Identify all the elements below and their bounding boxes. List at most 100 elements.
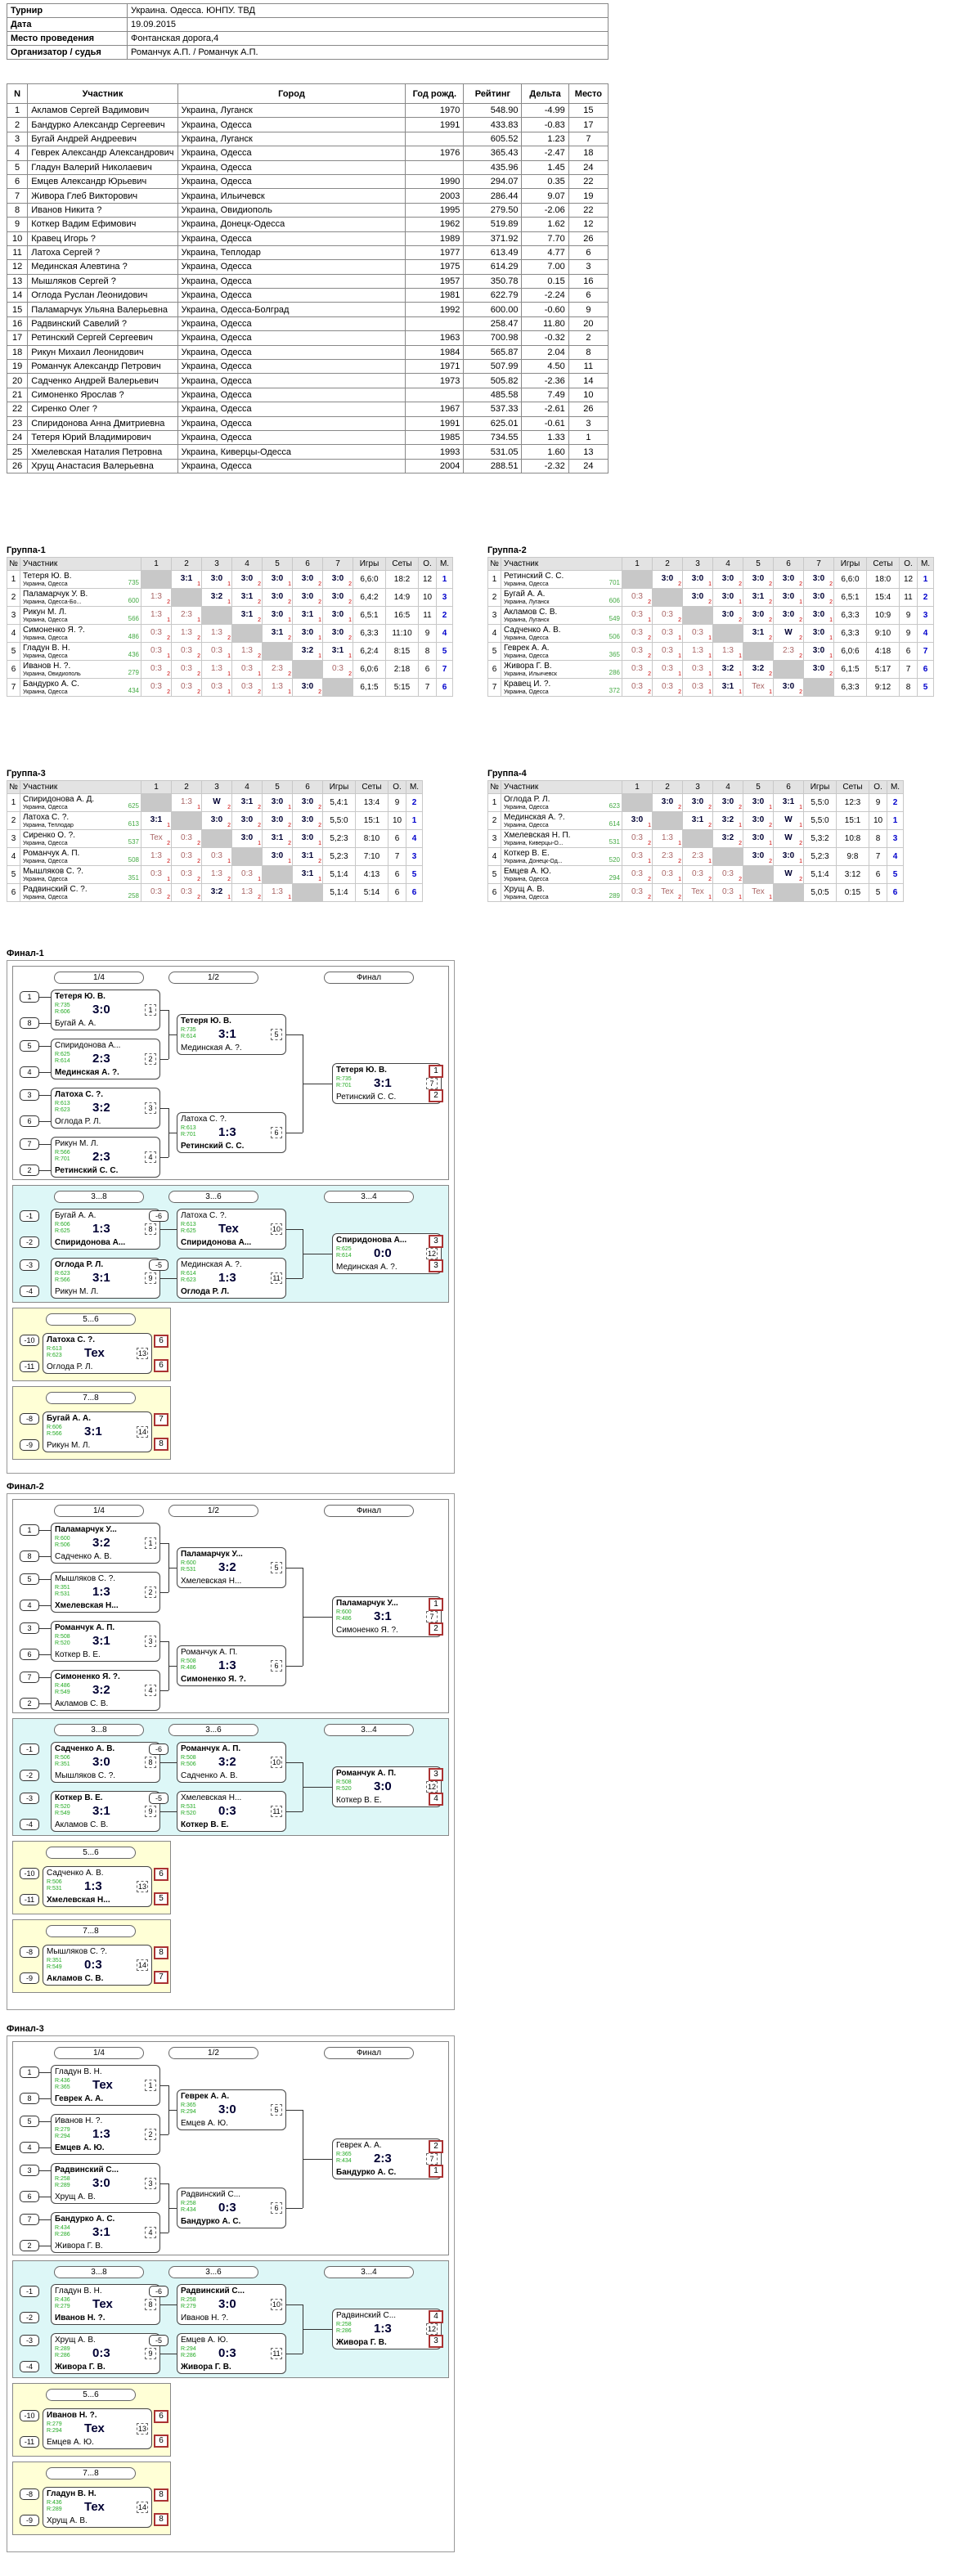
match-number: 1	[145, 1004, 156, 1016]
table-cell: 11	[568, 359, 609, 375]
result-score: 0:3	[332, 664, 344, 673]
player-top: Романчук А. П.	[336, 1769, 397, 1778]
result-wrap: 3:1 2	[743, 589, 773, 606]
match-result: 0:3 1	[712, 883, 743, 902]
table-cell: Украина, Одесса	[177, 402, 406, 417]
games-cell: 5,1:4	[803, 865, 837, 884]
match-number: 3	[145, 1636, 156, 1647]
table-row: 20 Садченко Андрей Валерьевич Украина, Оде…	[6, 373, 609, 388]
result-wrap: 0:3 1	[713, 884, 743, 901]
result-wrap: 3:1 1	[293, 866, 322, 883]
table-cell: 1962	[405, 217, 465, 232]
games-cell: 6,4:2	[353, 588, 386, 607]
match-result: 3:0 2	[803, 660, 834, 679]
info-key: Место проведения	[7, 31, 128, 46]
player-name: Бугай А. А.	[504, 589, 546, 599]
table-cell: Хмелевская Наталия Петровна	[27, 444, 178, 460]
match-result: 3:0 1	[803, 606, 834, 625]
result-wrap: 1:3 2	[202, 866, 231, 883]
games-cell: 6,0:6	[353, 660, 386, 679]
match-result: 3:0 1	[262, 606, 293, 625]
result-wrap: 0:3 2	[172, 848, 201, 865]
match-number: 6	[271, 1660, 282, 1672]
match-box: Романчук А. П. R:508 R:506 3:2 10 Садченко А.…	[177, 1742, 286, 1783]
col-place: М.	[887, 780, 904, 794]
ratings: R:508 R:520	[55, 1634, 70, 1647]
match-result: 3:0 2	[773, 606, 804, 625]
result-order: 1	[678, 653, 681, 659]
col-place: М.	[406, 780, 423, 794]
match-score: 3:2	[218, 1755, 236, 1769]
games-cell: 6,6:0	[353, 570, 386, 589]
place-cell: 4	[406, 829, 423, 848]
player-top: Бугай А. А.	[55, 1211, 97, 1220]
ratings: R:623 R:566	[55, 1271, 70, 1284]
ratings: R:735 R:606	[55, 1003, 70, 1016]
seed-label: 8	[20, 1017, 39, 1029]
player-top: Гладун В. Н.	[47, 2489, 97, 2498]
row-number: 5	[487, 642, 501, 661]
result-score: 3:0	[271, 574, 284, 583]
result-score: 0:3	[211, 682, 222, 691]
player-city: Украина, Одесса	[504, 581, 549, 587]
player-name: Иванов Н. ?.	[23, 661, 71, 671]
result-wrap: 1:3 2	[141, 848, 171, 865]
table-cell: 1991	[405, 415, 465, 431]
result-order: 1	[227, 599, 231, 605]
result-order: 1	[739, 671, 742, 677]
table-cell: 1975	[405, 259, 465, 275]
place-cell: 4	[887, 847, 904, 866]
column-header: Рейтинг	[463, 83, 523, 104]
result-order: 2	[288, 841, 291, 846]
result-score: 3:0	[812, 574, 825, 583]
table-cell: 19	[6, 359, 29, 375]
result-wrap: 3:1 1	[172, 571, 201, 588]
place-cell: 7	[917, 642, 934, 661]
result-order: 2	[197, 653, 200, 659]
table-cell: Коткер Вадим Ефимович	[27, 217, 178, 232]
result-score: 3:0	[631, 815, 644, 824]
result-wrap: 0:3 1	[653, 625, 682, 642]
player-city: Украина, Одесса	[504, 822, 549, 828]
sets-cell: 4:13	[355, 865, 388, 884]
table-cell: 18	[568, 146, 609, 161]
match-result: 3:0 1	[322, 606, 353, 625]
match-score: 0:3	[218, 1804, 236, 1818]
seed-label: -2	[20, 1770, 39, 1781]
match-result: 3:0 1	[803, 624, 834, 643]
main-bracket-zone: 1/4 1/2 Финал 1 8 Тетеря Ю. В. R:735 R:606 3:0 1 Б…	[12, 966, 449, 1180]
group-row: 1 Оглода Р. Л. Украина, Одесса 623 3:0 2 3:0 2 3…	[487, 793, 904, 812]
ratings: R:613 R:701	[181, 1125, 196, 1138]
result-order: 2	[769, 617, 772, 623]
result-order: 2	[227, 877, 231, 882]
result-score: 3:0	[331, 574, 344, 583]
games-cell: 6,3:3	[833, 678, 867, 697]
bracket-line	[286, 1034, 303, 1035]
match-box: Гладун В. Н. R:436 R:289 Тех 14 Хрущ А. В.	[43, 2487, 152, 2528]
match-result: 3:0 2	[773, 678, 804, 697]
col-opponent: 2	[652, 780, 683, 794]
result-score: 0:3	[241, 682, 253, 691]
group-header: № Участник 1 2 3 4 5 6 7 Игры Сеты О. М.	[7, 557, 453, 571]
result-wrap: 2:3 2	[774, 643, 803, 660]
match-result: 0:3 1	[682, 678, 713, 697]
result-order: 2	[167, 895, 170, 900]
group-row: 5 Емцев А. Ю. Украина, Одесса 294 0:3 2 0:3 1 0:…	[487, 865, 904, 884]
place-marker: 8	[154, 1438, 168, 1451]
col-name: Участник	[20, 780, 141, 794]
result-order: 2	[769, 859, 772, 864]
result-score: 3:0	[301, 797, 314, 806]
row-number: 5	[7, 865, 20, 884]
table-cell: Симоненко Ярослав ?	[27, 387, 178, 403]
table-cell	[405, 131, 465, 147]
result-score: 3:0	[331, 628, 344, 637]
result-order: 1	[167, 653, 170, 659]
col-opponent: 5	[743, 557, 774, 571]
column-header: N	[6, 83, 29, 104]
result-order: 1	[348, 653, 352, 659]
match-result: Tex 2	[652, 883, 683, 902]
ratings: R:600 R:506	[55, 1536, 70, 1549]
round-header: Финал	[324, 972, 414, 984]
result-score: 3:0	[240, 815, 254, 824]
player-bottom: Коткер В. Е.	[55, 1650, 101, 1659]
